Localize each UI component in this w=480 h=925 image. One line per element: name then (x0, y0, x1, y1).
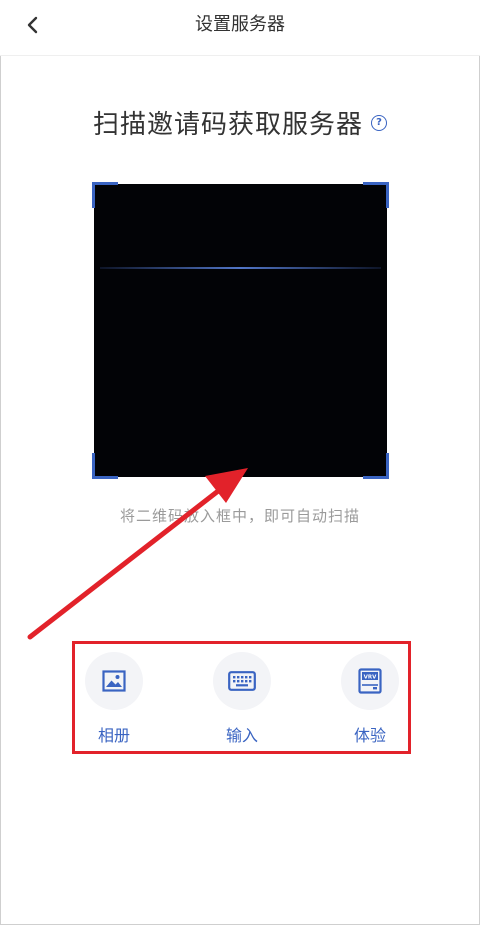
scan-headline: 扫描邀请码获取服务器 ? (0, 104, 480, 141)
album-icon-circle (85, 652, 143, 710)
scan-line (100, 267, 381, 269)
qr-scan-frame (92, 182, 389, 479)
page-title: 设置服务器 (195, 14, 285, 35)
frame-corner-bottom-right (363, 453, 389, 479)
input-icon-circle (213, 652, 271, 710)
input-label: 输入 (225, 726, 258, 745)
vrv-icon-text: VRV (364, 674, 377, 680)
album-label: 相册 (97, 726, 130, 745)
frame-corner-top-right (363, 182, 389, 208)
headline-text: 扫描邀请码获取服务器 (92, 110, 363, 140)
input-button[interactable]: 输入 (207, 652, 277, 746)
image-icon (102, 670, 126, 692)
actions-highlight-box: 相册 输入 VRV 体验 (72, 641, 411, 754)
keyboard-icon (228, 671, 256, 691)
trial-button[interactable]: VRV 体验 (335, 652, 405, 746)
frame-corner-top-left (92, 182, 118, 208)
trial-icon-circle: VRV (341, 652, 399, 710)
scan-hint: 将二维码放入框中，即可自动扫描 (119, 507, 360, 525)
vrv-device-icon: VRV (358, 668, 382, 694)
trial-label: 体验 (353, 726, 386, 745)
help-icon[interactable]: ? (371, 114, 387, 131)
album-button[interactable]: 相册 (79, 652, 149, 746)
top-bar: 设置服务器 (0, 0, 480, 56)
frame-corner-bottom-left (92, 453, 118, 479)
